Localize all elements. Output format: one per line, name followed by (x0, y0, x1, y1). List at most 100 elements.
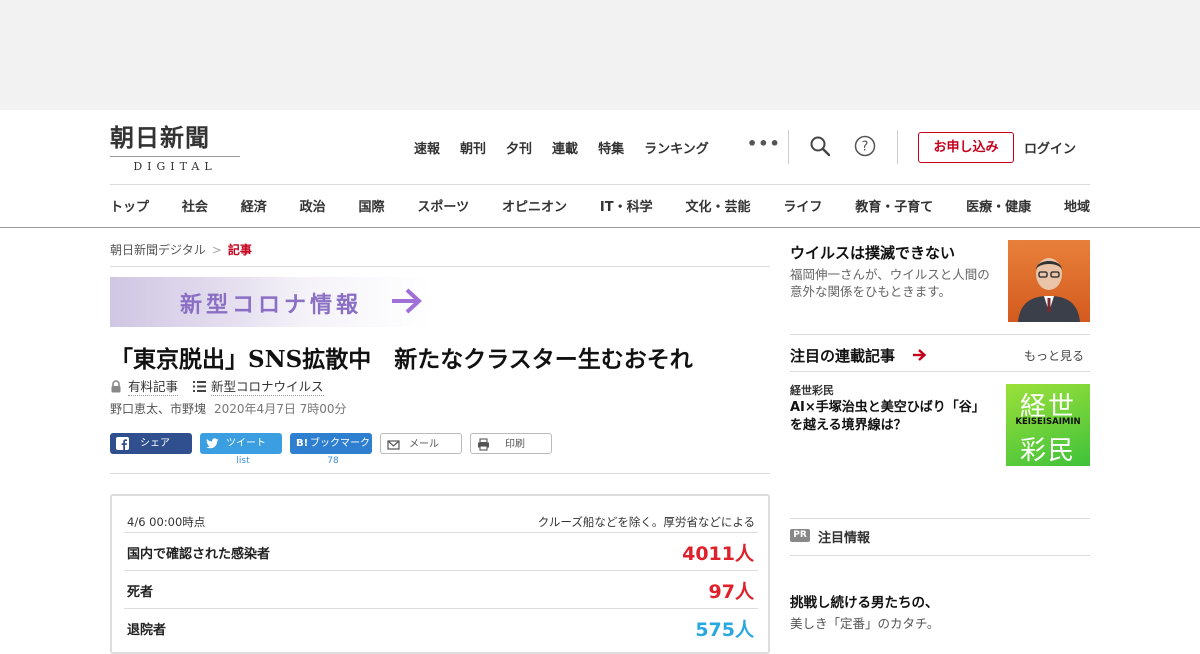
article-authors: 野口恵太、市野塊 (110, 402, 207, 416)
facebook-share-label: シェア (140, 438, 170, 449)
divider (110, 266, 770, 267)
divider (790, 371, 1090, 372)
category-sports[interactable]: スポーツ (417, 196, 469, 215)
topnav-item-morning[interactable]: 朝刊 (460, 138, 486, 157)
paid-article-label[interactable]: 有料記事 (128, 376, 179, 396)
category-local[interactable]: 地域 (1064, 196, 1090, 215)
arrow-right-icon (913, 349, 927, 361)
banner-text: 新型コロナ情報 (180, 293, 363, 318)
article-date: 2020年4月7日 7時00分 (214, 402, 347, 416)
category-international[interactable]: 国際 (359, 196, 385, 215)
category-culture[interactable]: 文化・芸能 (685, 196, 750, 215)
mail-icon (387, 440, 400, 450)
stats-row: 退院者 575人 (124, 608, 758, 646)
stats-value: 575人 (695, 619, 754, 641)
stats-label: 死者 (127, 585, 154, 600)
series-tag[interactable]: 経世彩民 (790, 382, 834, 398)
stats-row: 死者 97人 (124, 570, 758, 608)
search-icon[interactable] (809, 135, 831, 157)
print-button[interactable]: 印刷 (470, 433, 552, 454)
breadcrumb-current: 記事 (227, 243, 252, 257)
category-health[interactable]: 医療・健康 (966, 196, 1031, 215)
stats-value: 4011人 (682, 543, 754, 565)
thumb-text-bot: 彩民 (1019, 436, 1076, 466)
topnav-item-ranking[interactable]: ランキング (644, 138, 709, 157)
series-heading[interactable]: 注目の連載記事 (790, 345, 895, 366)
feature-title[interactable]: ウイルスは撲滅できない (790, 242, 955, 263)
pr-title[interactable]: 挑戦し続ける男たちの、 (790, 591, 939, 611)
stats-value: 97人 (708, 581, 754, 603)
nav-divider (897, 130, 898, 164)
mail-share-button[interactable]: メール (380, 433, 462, 454)
divider (110, 184, 1090, 185)
twitter-share-button[interactable]: ツイート (200, 433, 282, 454)
category-top[interactable]: トップ (110, 196, 149, 215)
hatena-share-count[interactable]: 78 (292, 456, 374, 466)
lock-icon (111, 379, 121, 392)
topic-link[interactable]: 新型コロナウイルス (211, 376, 324, 396)
print-icon (478, 438, 489, 451)
twitter-share-count[interactable]: list (202, 456, 284, 466)
hatena-share-label: ブックマーク (310, 438, 370, 449)
print-label: 印刷 (505, 439, 525, 450)
series-article-title[interactable]: AI×手塚治虫と美空ひばり「谷」を越える境界線は？ (790, 399, 990, 435)
series-thumbnail[interactable]: 経世 KEISEISAIMIN 彩民 (1006, 384, 1090, 466)
category-life[interactable]: ライフ (783, 196, 822, 215)
feature-description: 福岡伸一さんが、ウイルスと人間の意外な関係をひもときます。 (790, 267, 990, 299)
facebook-icon (116, 437, 129, 450)
more-link[interactable]: もっと見る (1024, 347, 1084, 364)
category-politics[interactable]: 政治 (300, 196, 326, 215)
corona-info-banner[interactable]: 新型コロナ情報 (110, 277, 430, 327)
pr-badge: PR (790, 529, 810, 542)
top-nav: 速報 朝刊 夕刊 連載 特集 ランキング (414, 138, 729, 157)
infection-stats-box: 4/6 00:00時点 クルーズ船などを除く。厚労省などによる 国内で確認された… (110, 494, 770, 654)
login-link[interactable]: ログイン (1024, 138, 1076, 157)
divider (790, 518, 1090, 519)
twitter-share-label: ツイート (226, 438, 266, 449)
logo-underline (110, 156, 240, 157)
stats-as-of: 4/6 00:00時点 (127, 515, 206, 529)
logo-subtitle: DIGITAL (133, 160, 217, 173)
hatena-bookmark-button[interactable]: B! ブックマーク (290, 433, 372, 454)
category-society[interactable]: 社会 (182, 196, 208, 215)
twitter-icon (206, 438, 219, 449)
article-byline: 野口恵太、市野塊 2020年4月7日 7時00分 (110, 400, 347, 417)
breadcrumb-separator: > (211, 243, 222, 257)
logo-title: 朝日新聞 (110, 123, 210, 152)
stats-label: 退院者 (127, 623, 167, 638)
stats-row: 国内で確認された感染者 4011人 (124, 532, 758, 570)
thumb-text-mid: KEISEISAIMIN (1015, 417, 1081, 427)
site-logo[interactable]: 朝日新聞 DIGITAL (110, 123, 240, 173)
arrow-right-icon (392, 288, 422, 314)
pr-text: 美しき「定番」のカタチ。 (790, 616, 940, 631)
author-photo[interactable] (1008, 240, 1090, 322)
site-header: 朝日新聞 DIGITAL 速報 朝刊 夕刊 連載 特集 ランキング ••• ? … (0, 110, 1200, 185)
mail-share-label: メール (409, 439, 439, 450)
category-it-science[interactable]: IT・科学 (600, 196, 653, 215)
divider (0, 227, 1200, 228)
article-title: 「東京脱出」SNS拡散中 新たなクラスター生むおそれ (110, 346, 693, 373)
topnav-item-evening[interactable]: 夕刊 (506, 138, 532, 157)
divider (790, 334, 1090, 335)
breadcrumb-home[interactable]: 朝日新聞デジタル (110, 243, 206, 257)
topnav-item-features[interactable]: 特集 (598, 138, 624, 157)
category-opinion[interactable]: オピニオン (502, 196, 567, 215)
person-portrait-image (1018, 258, 1080, 322)
more-menu-icon[interactable]: ••• (747, 134, 781, 153)
apply-button[interactable]: お申し込み (918, 132, 1014, 163)
list-icon (193, 380, 207, 392)
divider (110, 473, 770, 474)
stats-header: 4/6 00:00時点 クルーズ船などを除く。厚労省などによる (127, 514, 755, 530)
category-economy[interactable]: 経済 (241, 196, 267, 215)
facebook-share-button[interactable]: シェア (110, 433, 192, 454)
help-icon[interactable]: ? (854, 135, 876, 157)
top-ad-area (0, 0, 1200, 110)
category-nav: トップ 社会 経済 政治 国際 スポーツ オピニオン IT・科学 文化・芸能 ラ… (110, 196, 1090, 215)
category-education[interactable]: 教育・子育て (855, 196, 933, 215)
pr-heading: 注目情報 (818, 531, 871, 546)
article-tags: 有料記事 新型コロナウイルス (110, 376, 324, 396)
topnav-item-breaking[interactable]: 速報 (414, 138, 440, 157)
nav-divider (788, 130, 789, 164)
topnav-item-series[interactable]: 連載 (552, 138, 578, 157)
stats-note: クルーズ船などを除く。厚労省などによる (537, 515, 755, 529)
